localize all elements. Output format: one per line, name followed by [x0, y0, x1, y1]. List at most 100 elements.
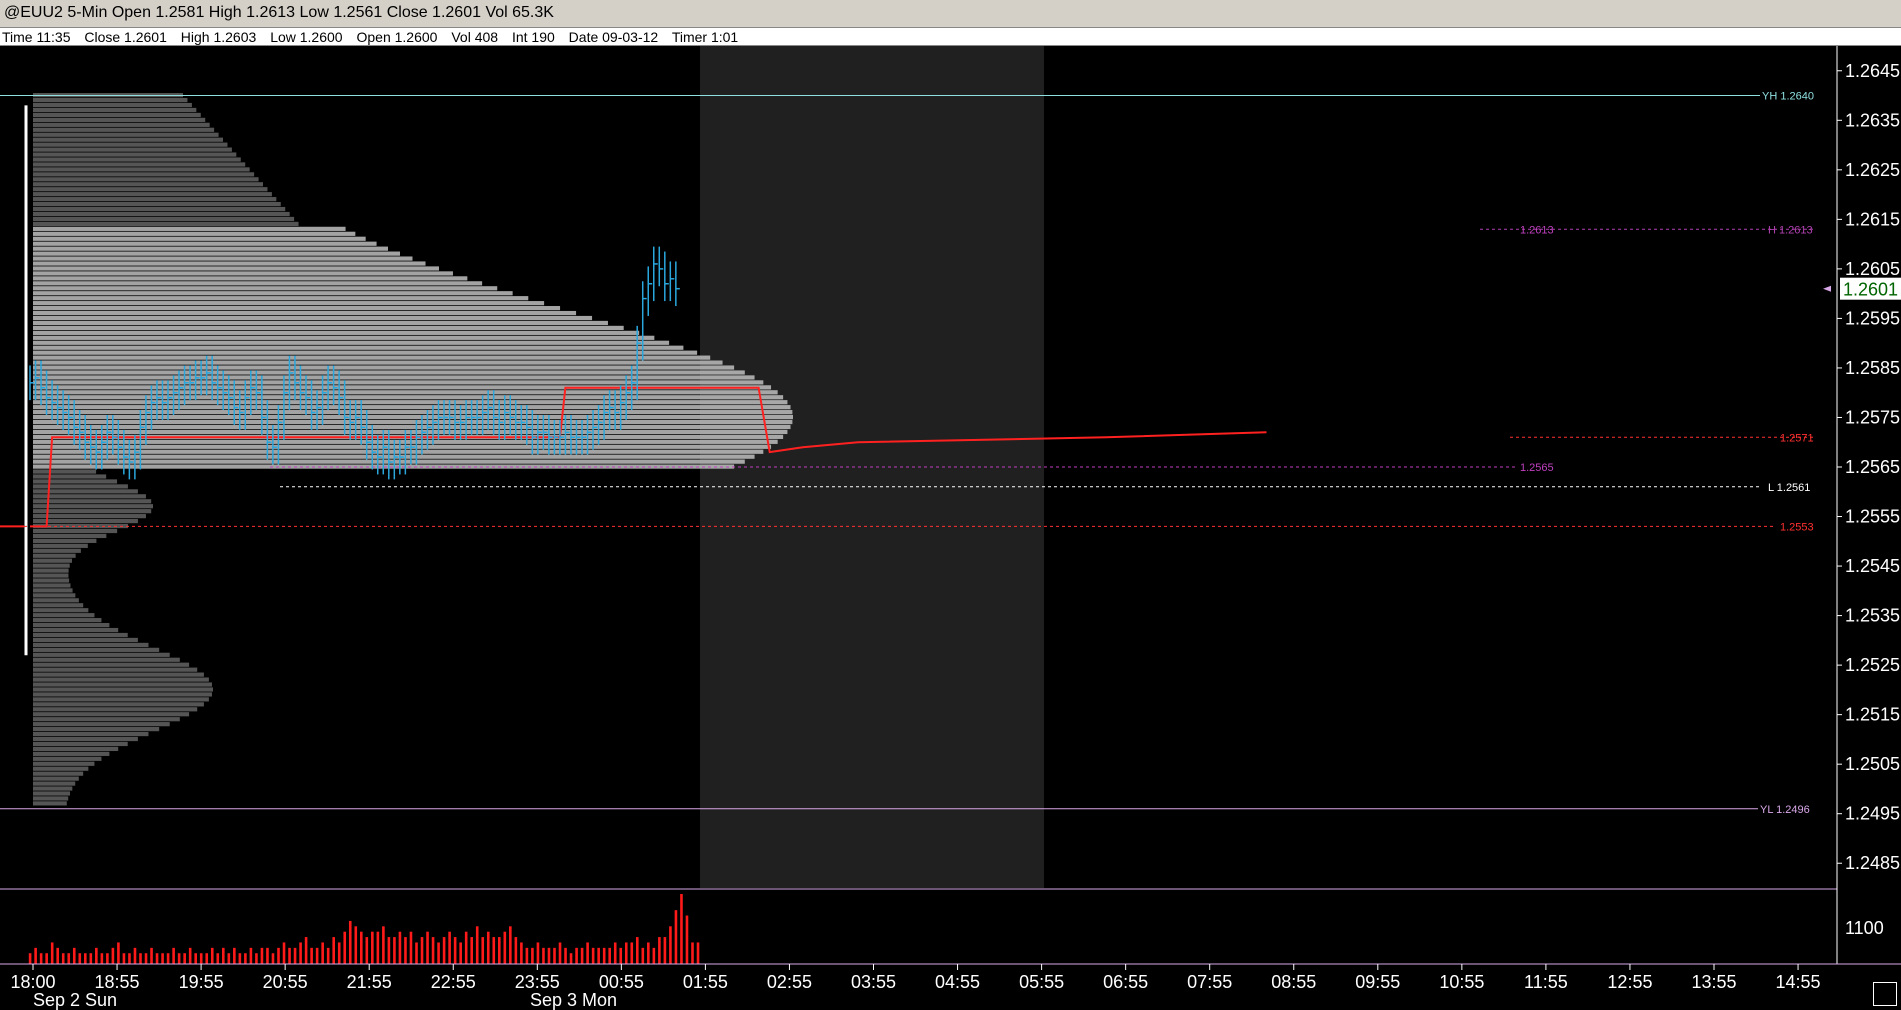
profile-row — [33, 652, 170, 657]
volume-bar — [28, 953, 32, 964]
profile-row — [33, 632, 128, 638]
volume-bar — [475, 926, 479, 964]
profile-row — [33, 756, 102, 761]
profile-row — [33, 152, 237, 157]
profile-row — [33, 474, 107, 479]
volume-bar — [486, 931, 490, 964]
volume-bar — [304, 937, 308, 964]
price-tick-label: 1.2495 — [1845, 804, 1900, 824]
volume-bar — [442, 937, 446, 964]
profile-row — [33, 707, 198, 712]
price-tick-label: 1.2545 — [1845, 556, 1900, 576]
volume-bar — [244, 953, 247, 964]
volume-bar — [420, 937, 424, 964]
reference-line-label: 1.2553 — [1780, 521, 1814, 533]
time-tick-label: 05:55 — [1019, 972, 1064, 992]
chart-title: @EUU2 5-Min Open 1.2581 High 1.2613 Low … — [4, 4, 554, 21]
profile-row — [33, 499, 152, 504]
volume-bar — [503, 931, 507, 964]
volume-bar — [122, 953, 126, 964]
profile-row — [33, 271, 453, 276]
profile-row — [33, 172, 255, 177]
price-tick-label: 1.2555 — [1845, 507, 1900, 527]
volume-bar — [564, 947, 567, 964]
profile-row — [33, 717, 180, 722]
price-tick-label: 1.2625 — [1845, 160, 1900, 180]
volume-axis-label: 1100 — [1845, 918, 1884, 938]
profile-row — [33, 192, 272, 197]
profile-row — [33, 613, 95, 618]
reference-line-label: 1.2613 — [1520, 224, 1554, 236]
volume-bar — [371, 931, 374, 964]
time-tick-label: 06:55 — [1103, 972, 1148, 992]
volume-bar — [387, 937, 391, 964]
volume-bar — [216, 953, 220, 964]
profile-row — [33, 469, 97, 474]
profile-row — [33, 479, 118, 484]
profile-row — [33, 657, 180, 662]
profile-row — [33, 731, 149, 737]
price-tick-label: 1.2535 — [1845, 606, 1900, 626]
volume-bar — [663, 937, 667, 964]
volume-bar — [139, 953, 142, 964]
profile-row — [33, 365, 735, 370]
profile-row — [33, 306, 561, 311]
time-tick-label: 18:55 — [95, 972, 140, 992]
profile-row — [33, 157, 241, 162]
volume-bar — [255, 953, 258, 964]
profile-row — [33, 518, 138, 524]
volume-bar — [586, 942, 589, 964]
profile-row — [33, 786, 73, 791]
profile-row — [33, 320, 608, 326]
time-tick-label: 13:55 — [1691, 972, 1736, 992]
volume-bar — [172, 947, 175, 964]
profile-row — [33, 598, 79, 603]
profile-row — [33, 647, 160, 652]
profile-row — [33, 588, 73, 593]
profile-row — [33, 548, 81, 553]
volume-bar — [613, 942, 617, 964]
volume-bar — [415, 942, 418, 964]
volume-bar — [514, 937, 518, 964]
profile-row — [33, 97, 188, 103]
profile-row — [33, 226, 346, 231]
time-tick-label: 23:55 — [515, 972, 560, 992]
profile-row — [33, 484, 128, 489]
volume-bar — [398, 931, 402, 964]
time-tick-label: 10:55 — [1439, 972, 1484, 992]
volume-bar — [166, 953, 170, 964]
profile-row — [33, 697, 209, 702]
profile-row — [33, 637, 138, 643]
volume-bar — [100, 953, 104, 964]
profile-row — [33, 201, 281, 207]
volume-bar — [326, 947, 330, 964]
profile-row — [33, 291, 513, 296]
profile-row — [33, 102, 192, 108]
volume-bar — [348, 920, 352, 964]
profile-row — [33, 449, 764, 454]
time-tick-label: 08:55 — [1271, 972, 1316, 992]
resize-corner[interactable] — [1873, 982, 1897, 1006]
volume-bar — [464, 931, 468, 964]
volume-bar — [382, 926, 385, 964]
profile-row — [33, 345, 684, 350]
profile-row — [33, 107, 197, 113]
time-tick-label: 20:55 — [263, 972, 308, 992]
price-tick-label: 1.2645 — [1845, 61, 1900, 81]
info-low: Low 1.2600 — [270, 29, 343, 45]
info-int: Int 190 — [511, 29, 555, 45]
volume-bar — [277, 947, 280, 964]
volume-bar — [56, 947, 59, 964]
volume-bar — [39, 953, 43, 964]
profile-row — [33, 310, 577, 316]
profile-row — [33, 618, 102, 623]
price-tick-label: 1.2595 — [1845, 308, 1900, 328]
time-tick-label: 18:00 — [10, 972, 55, 992]
time-tick-label: 22:55 — [431, 972, 476, 992]
profile-row — [33, 301, 545, 306]
profile-row — [33, 538, 97, 543]
profile-row — [33, 137, 223, 142]
profile-row — [33, 350, 698, 355]
price-chart[interactable]: YH 1.2640 H 1.2613 1.2613 1.2571 1.2565 L 1.2… — [0, 46, 1901, 1010]
profile-row — [33, 360, 723, 365]
